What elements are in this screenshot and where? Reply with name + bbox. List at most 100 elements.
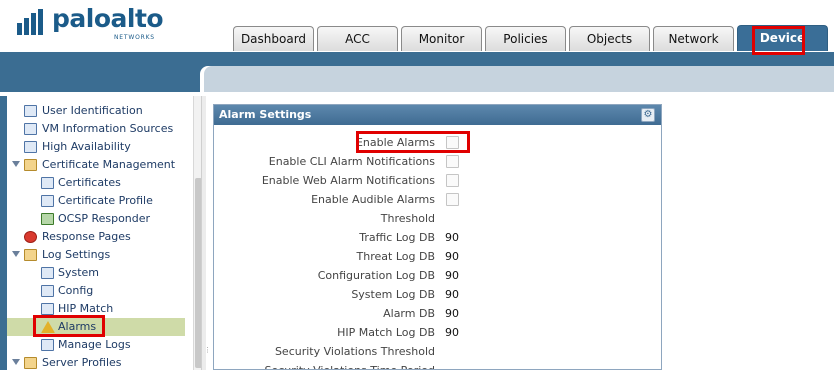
field-label: Alarm DB xyxy=(383,307,435,320)
tab-policies[interactable]: Policies xyxy=(485,26,566,51)
sidebar-item-label: Certificate Profile xyxy=(58,194,153,207)
sidebar-item-ocsp-responder[interactable]: OCSP Responder xyxy=(7,210,193,228)
hip-match-log-db-row: HIP Match Log DB 90 xyxy=(214,323,661,342)
chevron-down-icon[interactable] xyxy=(12,161,20,167)
configuration-log-db-row: Configuration Log DB 90 xyxy=(214,266,661,285)
sidebar-item-label: HIP Match xyxy=(58,302,114,315)
folder-icon xyxy=(24,357,37,369)
content-toolbar-strip xyxy=(204,66,834,92)
logo-wordmark: paloalto xyxy=(52,4,164,33)
folder-icon xyxy=(24,159,37,171)
sidebar-item-log-settings[interactable]: Log Settings xyxy=(7,246,193,264)
sidebar-item-response-pages[interactable]: Response Pages xyxy=(7,228,193,246)
tab-acc[interactable]: ACC xyxy=(317,26,398,51)
field-label: Threat Log DB xyxy=(356,250,435,263)
sidebar-item-label: VM Information Sources xyxy=(42,122,174,135)
sidebar-item-label: Server Profiles xyxy=(42,356,122,369)
security-violations-threshold-row: Security Violations Threshold xyxy=(214,342,661,361)
traffic-log-db-row: Traffic Log DB 90 xyxy=(214,228,661,247)
sidebar-scrollbar[interactable] xyxy=(193,96,201,370)
vm-sources-icon xyxy=(24,123,37,135)
logo-subtitle: NETWORKS xyxy=(114,34,155,41)
enable-audible-alarms-row: Enable Audible Alarms xyxy=(214,190,661,209)
chevron-down-icon[interactable] xyxy=(12,251,20,257)
certificate-icon xyxy=(41,177,54,189)
field-label: HIP Match Log DB xyxy=(337,326,435,339)
enable-web-alarm-notifications-row: Enable Web Alarm Notifications xyxy=(214,171,661,190)
field-value: 90 xyxy=(445,307,459,320)
sidebar-item-label: High Availability xyxy=(42,140,131,153)
sidebar-item-high-availability[interactable]: High Availability xyxy=(7,138,193,156)
sidebar-item-label: Manage Logs xyxy=(58,338,131,351)
tab-dashboard[interactable]: Dashboard xyxy=(233,26,314,51)
system-log-db-row: System Log DB 90 xyxy=(214,285,661,304)
sidebar-item-label: Log Settings xyxy=(42,248,111,261)
enable-alarms-checkbox[interactable] xyxy=(446,136,459,149)
sidebar-item-label: Response Pages xyxy=(42,230,131,243)
sidebar-item-label: System xyxy=(58,266,100,279)
sidebar-item-label: User Identification xyxy=(42,104,143,117)
field-label: Enable Alarms xyxy=(355,136,435,149)
user-id-icon xyxy=(24,105,37,117)
field-label: Traffic Log DB xyxy=(359,231,435,244)
field-value: 90 xyxy=(445,250,459,263)
manage-logs-icon xyxy=(41,339,54,351)
sidebar-item-label: Config xyxy=(58,284,94,297)
field-label: Security Violations Time Period xyxy=(264,361,435,369)
field-label: Enable Audible Alarms xyxy=(311,193,435,206)
enable-web-alarm-notifications-checkbox[interactable] xyxy=(446,174,459,187)
folder-icon xyxy=(24,249,37,261)
field-label: Enable Web Alarm Notifications xyxy=(261,174,435,187)
chevron-down-icon[interactable] xyxy=(12,359,20,365)
sidebar-item-certificate-management[interactable]: Certificate Management xyxy=(7,156,193,174)
ocsp-responder-icon xyxy=(41,213,54,225)
system-log-icon xyxy=(41,267,54,279)
tab-network[interactable]: Network xyxy=(653,26,734,51)
enable-cli-alarm-notifications-row: Enable CLI Alarm Notifications xyxy=(214,152,661,171)
sidebar-item-label: Certificates xyxy=(58,176,121,189)
hip-match-icon xyxy=(41,303,54,315)
sidebar-item-label: Certificate Management xyxy=(42,158,176,171)
tab-objects[interactable]: Objects xyxy=(569,26,650,51)
field-value: 90 xyxy=(445,231,459,244)
field-value: 90 xyxy=(445,269,459,282)
tab-device[interactable]: Device xyxy=(737,25,828,51)
sidebar-scrollbar-thumb[interactable] xyxy=(195,178,201,368)
sidebar-item-certificates[interactable]: Certificates xyxy=(7,174,193,192)
splitter-grip-icon: ⋮ xyxy=(204,346,211,354)
enable-cli-alarm-notifications-checkbox[interactable] xyxy=(446,155,459,168)
field-label: Enable CLI Alarm Notifications xyxy=(268,155,435,168)
high-availability-icon xyxy=(24,141,37,153)
sidebar-item-system[interactable]: System xyxy=(7,264,193,282)
field-label: Security Violations Threshold xyxy=(274,345,435,358)
alarm-settings-panel: Alarm Settings ⚙ Enable Alarms Enable CL… xyxy=(213,104,662,370)
sidebar-item-label: OCSP Responder xyxy=(58,212,151,225)
sidebar-splitter[interactable] xyxy=(202,96,206,370)
sidebar-item-server-profiles[interactable]: Server Profiles xyxy=(7,354,193,370)
panel-title: Alarm Settings xyxy=(214,105,661,125)
left-edge-band xyxy=(0,96,7,370)
sidebar-item-alarms[interactable]: Alarms xyxy=(7,318,185,336)
sidebar-item-vm-information-sources[interactable]: VM Information Sources xyxy=(7,120,193,138)
field-label: Configuration Log DB xyxy=(317,269,435,282)
sidebar-item-hip-match[interactable]: HIP Match xyxy=(7,300,193,318)
threshold-heading-row: Threshold xyxy=(214,209,661,228)
palo-alto-logo: paloalto NETWORKS xyxy=(16,4,176,46)
threshold-heading: Threshold xyxy=(380,212,435,225)
tab-monitor[interactable]: Monitor xyxy=(401,26,482,51)
enable-audible-alarms-checkbox[interactable] xyxy=(446,193,459,206)
no-entry-icon xyxy=(24,231,37,243)
alarm-warning-icon xyxy=(41,321,55,333)
sidebar-item-manage-logs[interactable]: Manage Logs xyxy=(7,336,193,354)
sidebar-item-config[interactable]: Config xyxy=(7,282,193,300)
security-violations-time-period-row: Security Violations Time Period xyxy=(214,361,661,369)
device-sidebar-tree: User Identification VM Information Sourc… xyxy=(7,96,202,370)
field-value: 90 xyxy=(445,288,459,301)
sidebar-item-certificate-profile[interactable]: Certificate Profile xyxy=(7,192,193,210)
gear-icon[interactable]: ⚙ xyxy=(641,108,655,122)
threat-log-db-row: Threat Log DB 90 xyxy=(214,247,661,266)
sidebar-item-label: Alarms xyxy=(58,320,97,333)
enable-alarms-row: Enable Alarms xyxy=(214,133,661,152)
certificate-profile-icon xyxy=(41,195,54,207)
sidebar-item-user-identification[interactable]: User Identification xyxy=(7,102,193,120)
